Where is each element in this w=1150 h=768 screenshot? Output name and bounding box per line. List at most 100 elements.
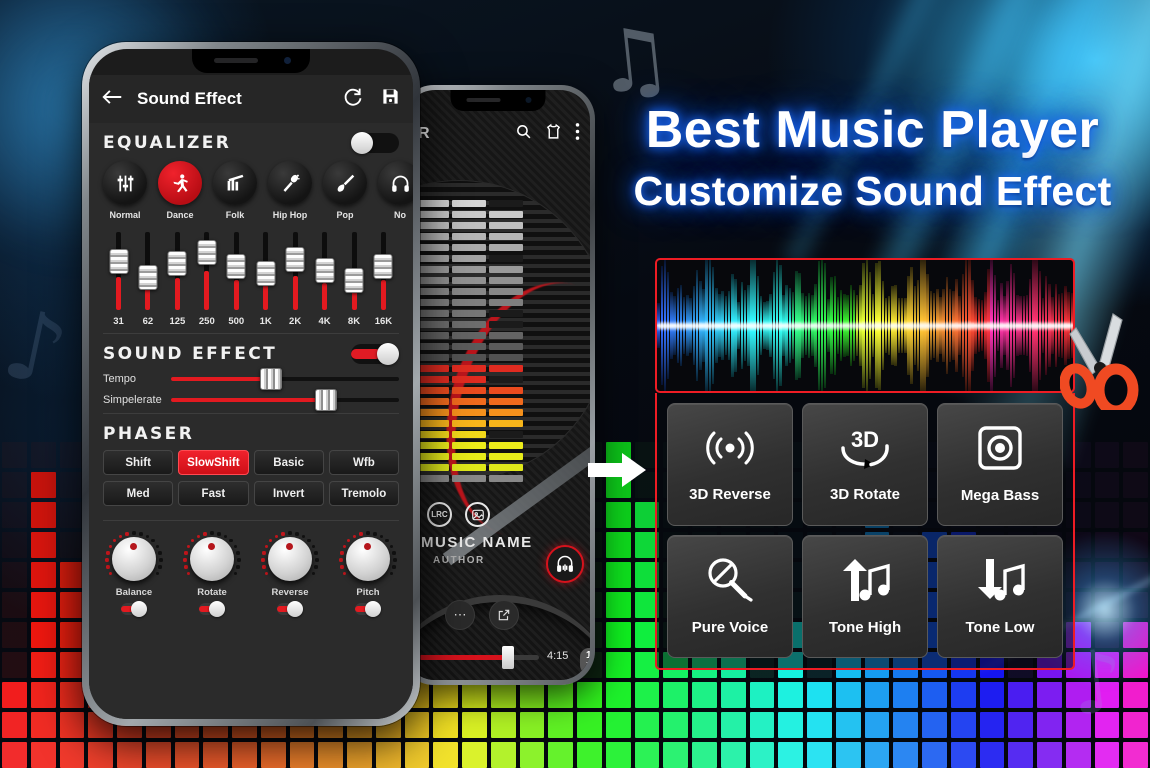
eq-band-2K[interactable]: 2K <box>282 232 309 327</box>
phaser-basic[interactable]: Basic <box>253 450 324 475</box>
eq-grid-block <box>433 682 458 708</box>
vu-row <box>415 376 523 383</box>
equalizer-toggle[interactable] <box>351 132 399 154</box>
eq-band-thumb[interactable] <box>256 261 276 287</box>
knob-dial[interactable] <box>337 531 399 585</box>
effect-tile-tone-low[interactable]: Tone Low <box>937 535 1063 658</box>
knob-body[interactable] <box>190 537 234 581</box>
vu-segment <box>452 244 486 251</box>
eq-band-1K[interactable]: 1K <box>252 232 279 327</box>
preset-dance[interactable]: Dance <box>156 161 204 220</box>
background-phone-appbar-icons <box>515 122 580 146</box>
slider-thumb[interactable] <box>260 368 283 390</box>
seek-thumb[interactable] <box>501 646 514 669</box>
more-horizontal-icon[interactable]: ⋯ <box>445 600 475 630</box>
eq-band-250[interactable]: 250 <box>193 232 220 327</box>
phaser-tremolo[interactable]: Tremolo <box>328 481 399 506</box>
image-icon[interactable] <box>465 502 490 527</box>
phaser-fast[interactable]: Fast <box>178 481 249 506</box>
slider-tempo[interactable]: Tempo <box>103 368 399 390</box>
eq-band-track[interactable] <box>138 232 158 310</box>
knob-dial[interactable] <box>103 531 165 585</box>
headphone-effect-icon[interactable] <box>546 545 584 583</box>
knob-toggle[interactable] <box>355 601 381 617</box>
preset-pop[interactable]: Pop <box>321 161 369 220</box>
eq-band-thumb[interactable] <box>285 247 305 273</box>
eq-band-62[interactable]: 62 <box>134 232 161 327</box>
eq-band-thumb[interactable] <box>315 258 335 284</box>
effect-tile-3d-reverse[interactable]: 3D Reverse <box>667 403 793 526</box>
eq-band-track[interactable] <box>256 232 276 310</box>
slider-simpelerate[interactable]: Simpelerate <box>103 389 399 411</box>
eq-band-31[interactable]: 31 <box>105 232 132 327</box>
knob-dial[interactable] <box>181 531 243 585</box>
eq-grid-block <box>864 742 890 768</box>
refresh-icon[interactable] <box>343 87 363 112</box>
eq-band-16K[interactable]: 16K <box>370 232 397 327</box>
eq-band-track[interactable] <box>197 232 217 310</box>
eq-band-thumb[interactable] <box>344 267 364 293</box>
note-up-icon <box>838 557 892 608</box>
eq-band-thumb[interactable] <box>226 253 246 279</box>
share-icon[interactable] <box>489 600 519 630</box>
phaser-slowshift[interactable]: SlowShift <box>178 450 249 475</box>
eq-band-track[interactable] <box>285 232 305 310</box>
search-icon[interactable] <box>515 123 532 145</box>
eq-band-thumb[interactable] <box>109 248 128 274</box>
phaser-wfb[interactable]: Wfb <box>328 450 399 475</box>
eq-band-thumb[interactable] <box>197 239 217 265</box>
knob-pitch[interactable]: Pitch <box>336 531 400 617</box>
eq-band-125[interactable]: 125 <box>164 232 191 327</box>
vu-meter <box>415 200 523 486</box>
eq-band-track[interactable] <box>373 232 393 310</box>
playback-speed-badge[interactable]: 1.1 X <box>580 648 590 674</box>
eq-band-4K[interactable]: 4K <box>311 232 338 327</box>
knob-toggle[interactable] <box>199 601 225 617</box>
eq-band-track[interactable] <box>344 232 364 310</box>
effect-tile-3d-rotate[interactable]: 3D 3D Rotate <box>802 403 928 526</box>
knob-body[interactable] <box>346 537 390 581</box>
lrc-button[interactable]: LRC <box>427 502 452 527</box>
knob-body[interactable] <box>112 537 156 581</box>
eq-band-track[interactable] <box>167 232 187 310</box>
slider-track[interactable] <box>171 389 399 411</box>
eq-band-track[interactable] <box>109 232 128 310</box>
knob-label: Pitch <box>356 587 380 598</box>
knob-toggle[interactable] <box>277 601 303 617</box>
more-vertical-icon[interactable] <box>575 122 580 146</box>
eq-band-8K[interactable]: 8K <box>341 232 368 327</box>
background-phone-track-info: MUSIC NAME AUTHOR <box>421 534 533 566</box>
eq-grid-block <box>950 742 976 768</box>
eq-band-thumb[interactable] <box>373 253 393 279</box>
slider-thumb[interactable] <box>315 389 338 411</box>
knob-reverse[interactable]: Reverse <box>258 531 322 617</box>
knob-rotate[interactable]: Rotate <box>180 531 244 617</box>
eq-band-500[interactable]: 500 <box>223 232 250 327</box>
theme-shirt-icon[interactable] <box>545 123 562 145</box>
slider-track[interactable] <box>171 368 399 390</box>
effect-tile-pure-voice[interactable]: Pure Voice <box>667 535 793 658</box>
phaser-shift[interactable]: Shift <box>103 450 174 475</box>
knob-body[interactable] <box>268 537 312 581</box>
phaser-invert[interactable]: Invert <box>253 481 324 506</box>
sound-effect-toggle[interactable] <box>351 343 399 365</box>
effect-tile-tone-high[interactable]: Tone High <box>802 535 928 658</box>
back-arrow-icon[interactable] <box>102 88 123 111</box>
eq-band-track[interactable] <box>226 232 246 310</box>
save-icon[interactable] <box>381 87 400 111</box>
preset-folk[interactable]: Folk <box>211 161 259 220</box>
eq-band-thumb[interactable] <box>138 264 158 290</box>
phaser-med[interactable]: Med <box>103 481 174 506</box>
knob-balance[interactable]: Balance <box>102 531 166 617</box>
preset-normal[interactable]: Normal <box>101 161 149 220</box>
effect-tile-mega-bass[interactable]: Mega Bass <box>937 403 1063 526</box>
knob-dial[interactable] <box>259 531 321 585</box>
eq-band-track[interactable] <box>315 232 335 310</box>
seek-bar[interactable] <box>419 646 539 669</box>
knob-toggle[interactable] <box>121 601 147 617</box>
mute-microphone-icon <box>704 557 756 608</box>
preset-no[interactable]: No <box>376 161 413 220</box>
vu-segment <box>489 343 523 350</box>
eq-band-thumb[interactable] <box>167 250 187 276</box>
preset-hip-hop[interactable]: Hip Hop <box>266 161 314 220</box>
